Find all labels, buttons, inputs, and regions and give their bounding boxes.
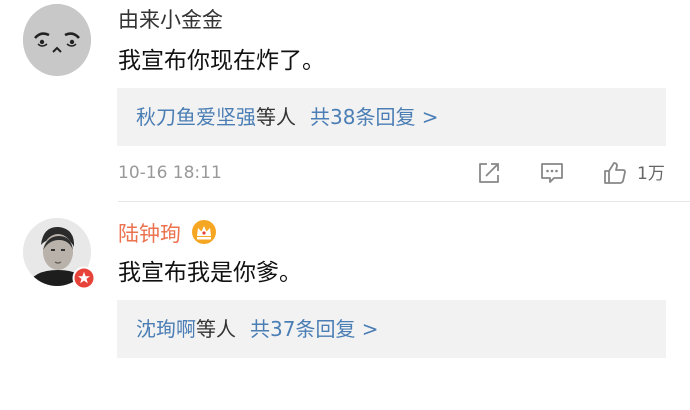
reply-count-link[interactable]: 共38条回复 >: [310, 105, 439, 129]
comment-icon: [541, 163, 563, 183]
reply-user-link[interactable]: 沈珣啊: [136, 317, 196, 341]
reply-count-link[interactable]: 共37条回复 >: [250, 317, 379, 341]
share-button[interactable]: [476, 160, 502, 186]
like-button[interactable]: [602, 160, 628, 186]
share-icon: [479, 163, 499, 183]
crown-icon: [192, 220, 216, 244]
like-count: 1万: [637, 164, 665, 184]
verified-badge-icon: [72, 266, 96, 290]
thumbs-up-icon: [604, 162, 626, 184]
timestamp: 10-16 18:11: [118, 163, 222, 183]
avatar-face-drawing: [23, 4, 91, 76]
divider: [118, 201, 690, 202]
reply-summary[interactable]: 沈珣啊等人 共37条回复 >: [117, 300, 666, 358]
comment-text: 我宣布我是你爹。: [118, 260, 302, 286]
comment-text: 我宣布你现在炸了。: [118, 48, 325, 74]
reply-summary[interactable]: 秋刀鱼爱坚强等人 共38条回复 >: [117, 88, 666, 146]
reply-user-link[interactable]: 秋刀鱼爱坚强: [136, 105, 256, 129]
avatar[interactable]: [23, 4, 91, 76]
username[interactable]: 陆钟珣: [118, 222, 181, 246]
reply-suffix: 等人: [196, 317, 236, 341]
username[interactable]: 由来小金金: [118, 8, 223, 32]
comment-button[interactable]: [539, 160, 565, 186]
reply-suffix: 等人: [256, 105, 296, 129]
